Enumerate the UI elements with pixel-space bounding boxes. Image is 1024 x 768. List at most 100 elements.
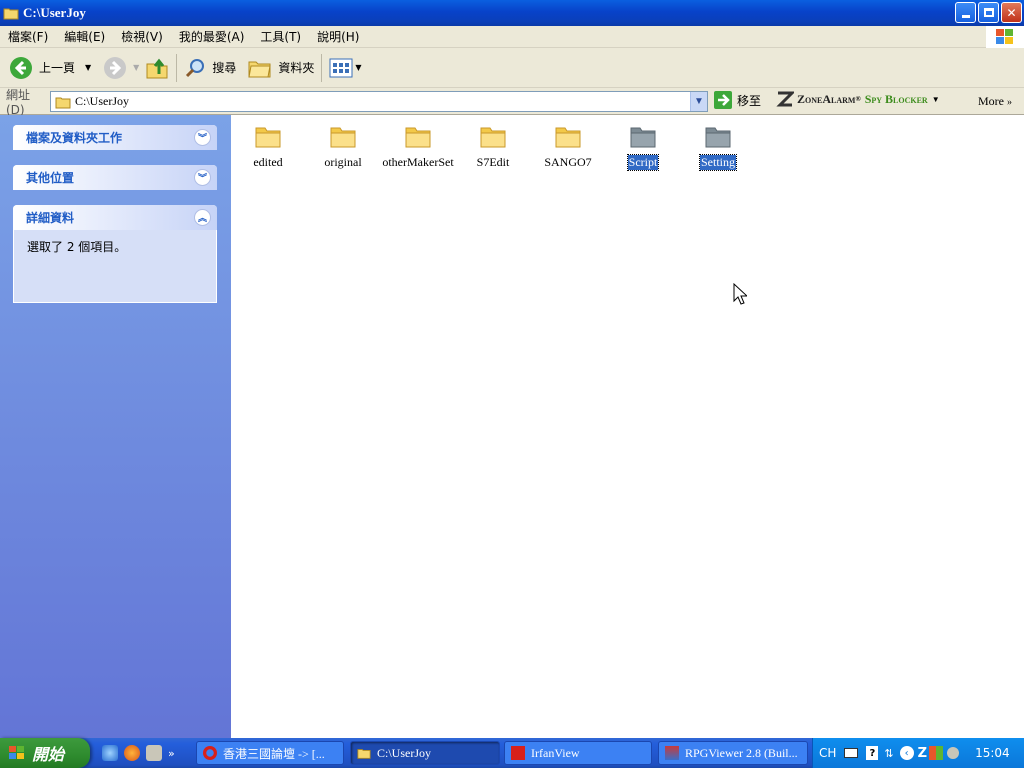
- taskbar-item-rpgviewer[interactable]: RPGViewer 2.8 (Buil...: [658, 741, 808, 765]
- close-button[interactable]: ✕: [1001, 2, 1022, 23]
- menu-edit[interactable]: 編輯(E): [56, 28, 113, 45]
- back-button[interactable]: 上一頁 ▼: [6, 52, 94, 84]
- window-title: C:\UserJoy: [23, 5, 86, 20]
- menu-favorites[interactable]: 我的最愛(A): [171, 28, 253, 45]
- ie-icon[interactable]: [102, 745, 118, 761]
- file-tasks-title: 檔案及資料夾工作: [26, 131, 123, 145]
- tray-collapse-icon[interactable]: ‹: [899, 746, 914, 760]
- views-icon: [329, 58, 353, 77]
- taskbar: 開始 » 香港三國論壇 -> [... C:\UserJoy IrfanView…: [0, 738, 1024, 768]
- search-icon: [186, 58, 205, 77]
- other-places-header[interactable]: 其他位置 ︾: [13, 165, 217, 190]
- zonealarm-tray-icon[interactable]: Z: [918, 746, 927, 761]
- taskbar-item-explorer[interactable]: C:\UserJoy: [350, 741, 500, 765]
- zonealarm-toolbar[interactable]: ZoneAlarm ® Spy Blocker ▼: [776, 91, 940, 107]
- shield-icon[interactable]: [929, 746, 944, 760]
- menu-file[interactable]: 檔案(F): [0, 28, 56, 45]
- address-dropdown-button[interactable]: ▼: [690, 92, 707, 111]
- go-button[interactable]: 移至: [714, 91, 761, 109]
- double-chevron-icon[interactable]: »: [168, 747, 175, 760]
- taskbar-item-label: IrfanView: [531, 745, 580, 760]
- details-text: 選取了 2 個項目。: [27, 240, 127, 254]
- folder-name: SANGO7: [544, 155, 592, 169]
- search-button[interactable]: 搜尋: [181, 52, 239, 84]
- taskbar-item-opera[interactable]: 香港三國論壇 -> [...: [196, 741, 344, 765]
- restore-button[interactable]: [978, 2, 999, 23]
- folders-button[interactable]: 資料夾: [245, 52, 317, 84]
- toolbar-separator: [321, 53, 323, 82]
- details-panel: 詳細資料 ︽ 選取了 2 個項目。: [13, 205, 217, 303]
- keyboard-icon[interactable]: [844, 748, 859, 758]
- expand-icon[interactable]: ︾: [194, 129, 211, 146]
- address-value: C:\UserJoy: [75, 94, 129, 108]
- speaker-icon[interactable]: [947, 747, 960, 759]
- windows-logo-icon: [9, 746, 24, 759]
- folder-icon: [254, 123, 282, 149]
- mouse-cursor-icon: [733, 283, 747, 305]
- opera-icon: [203, 746, 217, 760]
- clock[interactable]: 15:04: [975, 746, 1010, 760]
- back-arrow-icon: [10, 56, 32, 79]
- folder-item-s7edit[interactable]: S7Edit: [456, 123, 530, 170]
- details-header[interactable]: 詳細資料 ︽: [13, 205, 217, 230]
- system-tray: CH ? ⇅ ‹ Z 15:04: [812, 738, 1024, 768]
- menu-tools[interactable]: 工具(T): [252, 28, 309, 45]
- toolbar-separator: [176, 53, 178, 82]
- zonealarm-product: Spy Blocker: [864, 91, 928, 106]
- collapse-icon[interactable]: ︽: [194, 209, 211, 226]
- menu-help[interactable]: 說明(H): [309, 28, 367, 45]
- file-tasks-panel: 檔案及資料夾工作 ︾: [13, 125, 217, 150]
- search-label: 搜尋: [212, 61, 237, 75]
- folder-icon: [357, 749, 371, 759]
- double-chevron-icon: »: [1007, 97, 1012, 108]
- rpgviewer-icon: [665, 746, 679, 760]
- more-button[interactable]: More »: [978, 94, 1012, 109]
- folder-icon-selected: [704, 123, 732, 149]
- folder-item-edited[interactable]: edited: [231, 123, 305, 170]
- go-arrow-icon: [714, 91, 732, 109]
- help-icon[interactable]: ?: [866, 746, 879, 760]
- folder-name: Script: [626, 154, 660, 171]
- quick-launch: »: [102, 745, 175, 761]
- network-icon[interactable]: ⇅: [884, 747, 893, 760]
- other-places-title: 其他位置: [26, 171, 75, 185]
- minimize-button[interactable]: [955, 2, 976, 23]
- file-tasks-header[interactable]: 檔案及資料夾工作 ︾: [13, 125, 217, 150]
- folder-item-script[interactable]: Script: [606, 123, 680, 171]
- chevron-down-icon[interactable]: ▼: [85, 63, 91, 72]
- title-bar[interactable]: C:\UserJoy: [0, 0, 1024, 26]
- menu-bar: 檔案(F) 編輯(E) 檢視(V) 我的最愛(A) 工具(T) 說明(H): [0, 26, 1024, 48]
- taskbar-item-irfanview[interactable]: IrfanView: [504, 741, 652, 765]
- folder-icon: [3, 8, 19, 20]
- forward-button[interactable]: ▼: [100, 52, 142, 84]
- chevron-down-icon[interactable]: ▼: [355, 63, 361, 72]
- restore-icon: [983, 8, 994, 17]
- folder-item-othermakerset[interactable]: otherMakerSet: [381, 123, 455, 170]
- address-bar: 網址(D) C:\UserJoy ▼ 移至 ZoneAlarm ® Spy Bl…: [0, 87, 1024, 117]
- address-input[interactable]: C:\UserJoy ▼: [50, 91, 708, 112]
- file-list-view[interactable]: edited original otherMakerSet S7Edit SAN…: [231, 115, 1024, 738]
- address-label: 網址(D): [6, 87, 31, 117]
- menu-view[interactable]: 檢視(V): [113, 28, 171, 45]
- folder-item-original[interactable]: original: [306, 123, 380, 170]
- folder-icon: [329, 123, 357, 149]
- folder-icon-selected: [629, 123, 657, 149]
- start-button[interactable]: 開始: [0, 738, 90, 768]
- folder-icon: [554, 123, 582, 149]
- folder-icon: [404, 123, 432, 149]
- forward-arrow-icon: [104, 56, 127, 79]
- firefox-icon[interactable]: [124, 745, 140, 761]
- folders-label: 資料夾: [278, 61, 315, 75]
- folder-item-setting[interactable]: Setting: [681, 123, 755, 171]
- folder-item-sango7[interactable]: SANGO7: [531, 123, 605, 170]
- chevron-down-icon[interactable]: ▼: [133, 63, 139, 72]
- zonealarm-superscript: ®: [855, 95, 861, 103]
- expand-icon[interactable]: ︾: [194, 169, 211, 186]
- up-folder-button[interactable]: [142, 52, 172, 84]
- views-button[interactable]: ▼: [326, 52, 364, 84]
- language-indicator[interactable]: CH: [819, 746, 836, 760]
- folder-icon: [479, 123, 507, 149]
- chevron-down-icon: ▼: [931, 94, 940, 104]
- details-body: 選取了 2 個項目。: [13, 230, 217, 303]
- app-icon[interactable]: [146, 745, 162, 761]
